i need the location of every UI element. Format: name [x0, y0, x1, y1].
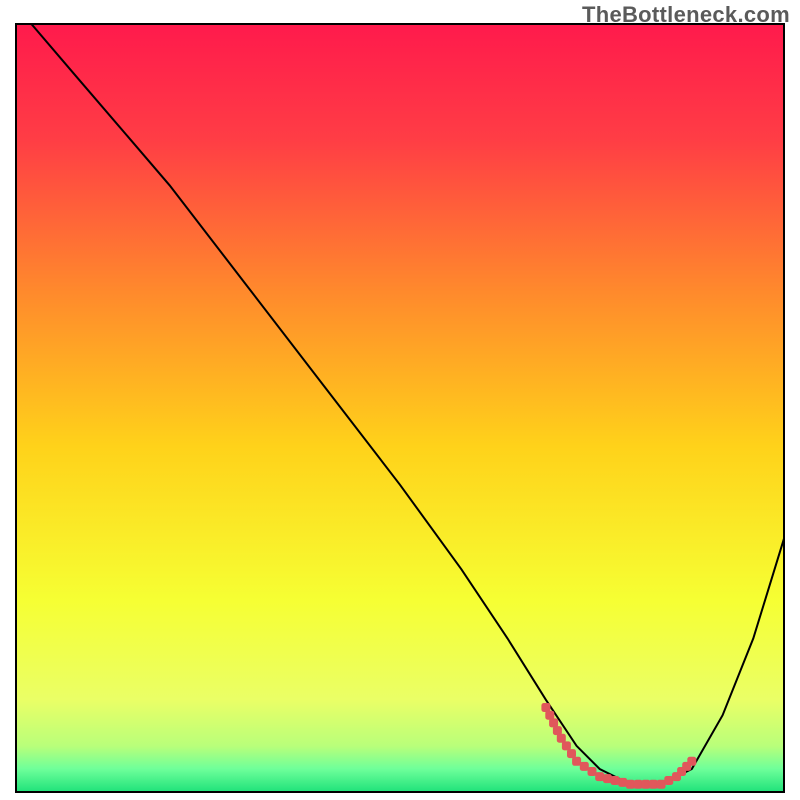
bottleneck-chart	[0, 0, 800, 800]
chart-root: { "watermark": "TheBottleneck.com", "cha…	[0, 0, 800, 800]
